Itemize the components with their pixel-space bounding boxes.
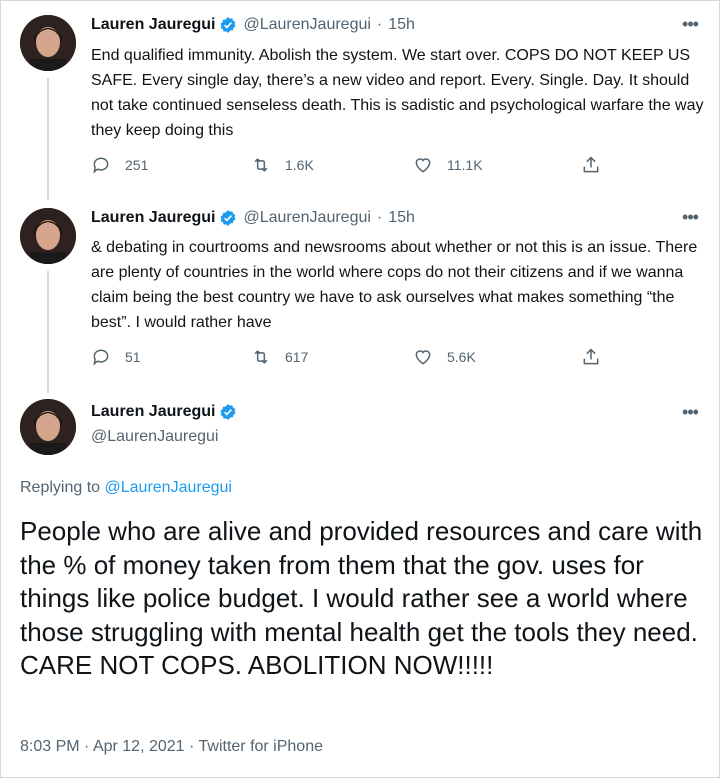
tweet-header: Lauren Jauregui bbox=[91, 403, 237, 421]
action-bar: 51 617 5.6K bbox=[91, 347, 611, 369]
reply-count: 251 bbox=[125, 157, 149, 173]
avatar[interactable] bbox=[20, 208, 76, 264]
retweet-icon bbox=[254, 350, 268, 364]
like-button[interactable]: 5.6K bbox=[413, 347, 476, 367]
retweet-icon bbox=[254, 158, 268, 172]
like-icon bbox=[415, 158, 431, 173]
retweet-button[interactable]: 1.6K bbox=[251, 155, 314, 175]
like-button[interactable]: 11.1K bbox=[413, 155, 483, 175]
verified-badge-icon bbox=[219, 209, 237, 227]
retweet-count: 617 bbox=[285, 349, 309, 365]
thread-line bbox=[47, 271, 49, 393]
reply-button[interactable]: 251 bbox=[91, 155, 148, 175]
like-count: 11.1K bbox=[447, 157, 483, 173]
tweet-header-handle: @LaurenJauregui bbox=[91, 428, 218, 446]
reply-icon bbox=[93, 349, 109, 366]
tweet-header: Lauren Jauregui @LaurenJauregui · 15h bbox=[91, 16, 415, 34]
separator: · bbox=[376, 16, 383, 33]
verified-badge-icon bbox=[219, 16, 237, 34]
like-count: 5.6K bbox=[447, 349, 476, 365]
timestamp[interactable]: 15h bbox=[388, 209, 415, 227]
tweet-text: End qualified immunity. Abolish the syst… bbox=[91, 47, 704, 139]
display-name[interactable]: Lauren Jauregui bbox=[91, 403, 215, 421]
verified-badge-icon bbox=[219, 403, 237, 421]
separator: · bbox=[84, 738, 90, 755]
display-name[interactable]: Lauren Jauregui bbox=[91, 16, 215, 34]
thread-line bbox=[47, 78, 49, 200]
avatar[interactable] bbox=[20, 399, 76, 455]
handle[interactable]: @LaurenJauregui bbox=[243, 209, 370, 227]
tweet-time[interactable]: 8:03 PM bbox=[20, 738, 80, 755]
share-button[interactable] bbox=[581, 347, 615, 367]
more-icon[interactable]: ••• bbox=[680, 14, 700, 34]
reply-button[interactable]: 51 bbox=[91, 347, 141, 367]
reply-count: 51 bbox=[125, 349, 141, 365]
replying-handle-link[interactable]: @LaurenJauregui bbox=[105, 479, 232, 496]
avatar[interactable] bbox=[20, 15, 76, 71]
tweet-meta: 8:03 PM · Apr 12, 2021 · Twitter for iPh… bbox=[20, 738, 323, 756]
retweet-button[interactable]: 617 bbox=[251, 347, 308, 367]
replying-to: Replying to @LaurenJauregui bbox=[20, 479, 232, 497]
more-icon[interactable]: ••• bbox=[680, 207, 700, 227]
replying-prefix: Replying to bbox=[20, 479, 101, 496]
share-icon bbox=[583, 156, 599, 173]
separator: · bbox=[189, 738, 195, 755]
share-icon bbox=[583, 348, 599, 365]
more-icon[interactable]: ••• bbox=[680, 402, 700, 422]
tweet-text: & debating in courtrooms and newsrooms a… bbox=[91, 239, 698, 331]
handle[interactable]: @LaurenJauregui bbox=[243, 16, 370, 34]
tweet-date[interactable]: Apr 12, 2021 bbox=[93, 738, 185, 755]
tweet-header: Lauren Jauregui @LaurenJauregui · 15h bbox=[91, 209, 415, 227]
timestamp[interactable]: 15h bbox=[388, 16, 415, 34]
main-tweet-text: People who are alive and provided resour… bbox=[20, 516, 703, 680]
display-name[interactable]: Lauren Jauregui bbox=[91, 209, 215, 227]
share-button[interactable] bbox=[581, 155, 615, 175]
tweet-source[interactable]: Twitter for iPhone bbox=[199, 738, 324, 755]
like-icon bbox=[415, 350, 431, 365]
separator: · bbox=[376, 209, 383, 226]
handle[interactable]: @LaurenJauregui bbox=[91, 428, 218, 446]
action-bar: 251 1.6K 11.1K bbox=[91, 155, 611, 177]
retweet-count: 1.6K bbox=[285, 157, 314, 173]
reply-icon bbox=[93, 157, 109, 174]
